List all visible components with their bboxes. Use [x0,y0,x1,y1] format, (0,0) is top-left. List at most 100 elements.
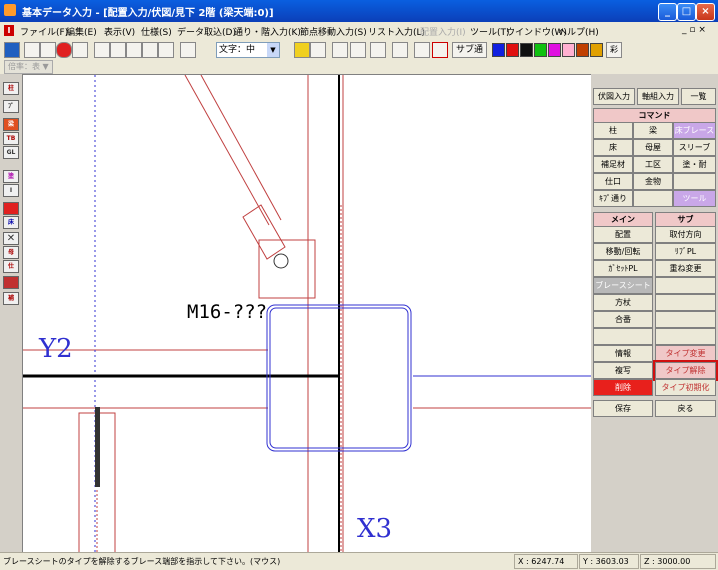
chevron-down-icon[interactable]: ▼ [267,43,279,57]
menu-help[interactable]: ヘルプ(H) [558,25,599,38]
main-brace-sheet[interactable]: ブレースシート [593,277,653,294]
main-move-rotate[interactable]: 移動/回転 [593,243,653,260]
grid-label-y2: Y2 [38,334,73,364]
main-info[interactable]: 情報 [593,345,653,362]
dim-icon[interactable] [392,42,408,58]
cmd-floor-brace[interactable]: 床ブレース [673,122,716,139]
menu-spec[interactable]: 仕様(S) [141,25,172,38]
cmd-purlin[interactable]: 母屋 [633,139,673,156]
cmd-paint[interactable]: 塗・耐 [673,156,716,173]
menu-node-move[interactable]: 節点移動入力(S) [300,25,367,38]
sub-overlap-change[interactable]: 重ね変更 [655,260,716,277]
left-tool-strip: 柱 ﾌﾞ 梁 TB GL 塗 I 床 ✕ 母 仕 補 [0,74,23,552]
cmd-column[interactable]: 柱 [593,122,633,139]
zoom-icon[interactable] [142,42,158,58]
tb-tool-icon[interactable]: TB [3,132,19,145]
cmd-hardware[interactable]: 金物 [633,173,673,190]
text-size-icon[interactable] [180,42,196,58]
redraw-icon[interactable] [158,42,174,58]
column-tool-icon[interactable]: 柱 [3,82,19,95]
color-magenta[interactable] [548,43,561,57]
cmd-beam[interactable]: 梁 [633,122,673,139]
cross-icon[interactable] [370,42,386,58]
column-icon[interactable] [294,42,310,58]
color-blue[interactable] [492,43,505,57]
beam-tool-icon[interactable]: 梁 [3,118,19,131]
color-black[interactable] [520,43,533,57]
arc-icon[interactable] [310,42,326,58]
zoom-window-icon[interactable] [126,42,142,58]
misc-tool-icon[interactable]: 補 [3,292,19,305]
undo-icon[interactable] [24,42,40,58]
minimize-icon[interactable]: _ [658,3,677,21]
cmd-supplement[interactable]: 補足材 [593,156,633,173]
menu-import[interactable]: データ取込(D) [177,25,236,38]
stop-icon[interactable] [56,42,72,58]
document-icon: I [4,25,14,36]
tab-frame-input[interactable]: 軸組入力 [637,88,679,105]
color-settings-icon[interactable]: 彩 [606,42,622,58]
save-button[interactable]: 保存 [593,400,653,417]
red-tool-icon[interactable] [3,202,19,215]
select-icon[interactable] [72,42,88,58]
hardware-tool-icon[interactable] [3,276,19,289]
sub-type-reset[interactable]: タイプ初期化 [655,379,716,396]
back-button[interactable]: 戻る [655,400,716,417]
grid-icon[interactable] [94,42,110,58]
drawing-canvas[interactable]: Y2 X3 M16-??? [22,74,592,554]
main-place[interactable]: 配置 [593,226,653,243]
save-icon[interactable] [4,42,20,58]
rect-icon[interactable] [350,42,366,58]
menu-grid-floor[interactable]: 通り・階入力(K) [234,25,301,38]
cmd-work-area[interactable]: 工区 [633,156,673,173]
cmd-sub-grid[interactable]: ｷﾌﾟ通り [593,190,633,207]
main-copy[interactable]: 複写 [593,362,653,379]
menu-list-input[interactable]: リスト入力(L) [368,25,425,38]
brace-tool-icon[interactable]: ﾌﾞ [3,100,19,113]
frame-icon[interactable] [432,42,448,58]
floor-tool-icon[interactable]: 床 [3,216,19,229]
color-pink[interactable] [562,43,575,57]
tab-list[interactable]: 一覧 [681,88,716,105]
maximize-icon[interactable]: □ [677,3,696,21]
menu-tools[interactable]: ツール(T) [470,25,510,38]
window-icon[interactable] [110,42,126,58]
color-green[interactable] [534,43,547,57]
main-gusset-pl[interactable]: ｶﾞｾｯﾄPL [593,260,653,277]
sub-type-change[interactable]: タイプ変更 [655,345,716,362]
drawing-svg[interactable]: Y2 X3 M16-??? [23,75,591,553]
sub-rib-pl[interactable]: ﾘﾌﾞPL [655,243,716,260]
joint-tool-icon[interactable]: 仕 [3,260,19,273]
gl-tool-icon[interactable]: GL [3,146,19,159]
gusset-plate [258,239,316,299]
tab-plan-input[interactable]: 伏図入力 [593,88,635,105]
main-delete[interactable]: 削除 [593,379,653,396]
main-knee-brace[interactable]: 方杖 [593,294,653,311]
color-brown[interactable] [576,43,589,57]
redo-icon[interactable] [40,42,56,58]
member-tool-icon[interactable]: 母 [3,246,19,259]
sub-grid-toggle[interactable]: サブ通 [452,42,488,58]
line-icon[interactable] [332,42,348,58]
mdi-controls[interactable]: _ ▫ × [682,25,706,35]
sub-type-release[interactable]: タイプ解除 [653,360,718,381]
main-numbering[interactable]: 合番 [593,311,653,328]
sub-mount-direction[interactable]: 取付方向 [655,226,716,243]
cross-tool-icon[interactable]: ✕ [3,232,19,245]
cmd-floor[interactable]: 床 [593,139,633,156]
cmd-joint[interactable]: 仕口 [593,173,633,190]
paint-tool-icon[interactable]: 塗 [3,170,19,183]
lower-plate [78,407,116,553]
i-tool-icon[interactable]: I [3,184,19,197]
cmd-tools[interactable]: ツール [673,190,716,207]
menu-edit[interactable]: 編集(E) [66,25,97,38]
cmd-sleeve[interactable]: スリーブ [673,139,716,156]
color-orange[interactable] [590,43,603,57]
zoom-select: 倍率：表 ▼ [4,60,53,74]
menu-file[interactable]: ファイル(F) [20,25,68,38]
close-icon[interactable]: × [696,3,715,21]
menu-view[interactable]: 表示(V) [104,25,135,38]
color-red[interactable] [506,43,519,57]
font-size-select[interactable]: 文字：中 ▼ [216,42,280,58]
angle-icon[interactable] [414,42,430,58]
